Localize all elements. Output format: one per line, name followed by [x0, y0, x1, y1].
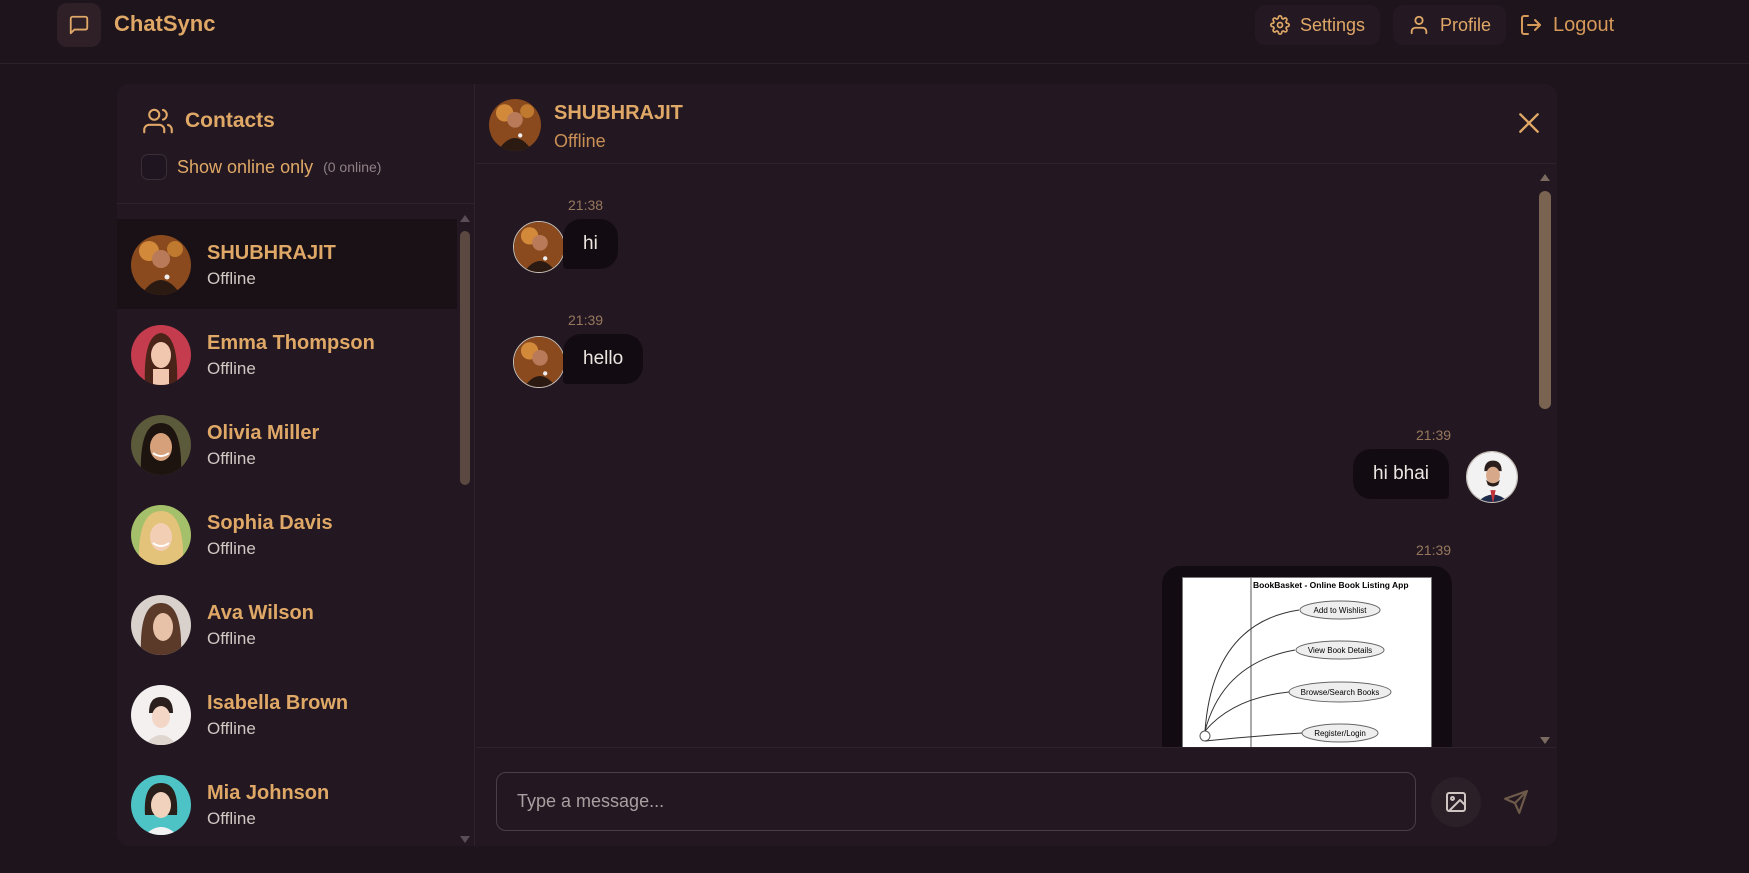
contact-avatar	[131, 325, 191, 385]
image-message-bubble[interactable]: BookBasket - Online Book Listing App Add…	[1162, 566, 1452, 747]
messages-scrollbar[interactable]	[1539, 174, 1551, 744]
message-list: 21:38 hi 21:39 hello 21:39 hi bhai 21:39	[476, 165, 1557, 747]
message-composer	[476, 747, 1557, 846]
contact-item[interactable]: Emma Thompson Offline	[117, 309, 457, 399]
contact-name: SHUBHRAJIT	[207, 242, 336, 264]
users-icon	[143, 108, 173, 134]
online-filter: Show online only (0 online)	[141, 154, 381, 180]
contact-list: SHUBHRAJIT Offline Emma Thompson Offline…	[117, 219, 457, 846]
sidebar-header: Contacts Show online only (0 online)	[117, 84, 475, 204]
contact-name: Isabella Brown	[207, 692, 349, 714]
contact-status: Offline	[207, 629, 256, 648]
diagram-label: Add to Wishlist	[1314, 606, 1368, 615]
show-online-checkbox[interactable]	[141, 154, 167, 180]
chat-header: SHUBHRAJIT Offline	[476, 84, 1557, 164]
chat-contact-name: SHUBHRAJIT	[554, 102, 683, 124]
contact-name: Ava Wilson	[207, 602, 314, 624]
diagram-label: Register/Login	[1314, 729, 1366, 738]
gear-icon	[1270, 15, 1290, 35]
message-timestamp: 21:39	[1416, 427, 1452, 443]
contact-status: Offline	[207, 719, 256, 738]
contact-name: Sophia Davis	[207, 512, 333, 534]
scrollbar-thumb[interactable]	[1539, 191, 1551, 409]
contact-avatar	[131, 595, 191, 655]
message-timestamp: 21:39	[568, 312, 604, 328]
message-avatar	[513, 221, 565, 273]
settings-label: Settings	[1300, 14, 1366, 35]
contact-status: Offline	[207, 539, 256, 558]
chat-container: Contacts Show online only (0 online) SHU…	[117, 84, 1557, 846]
contact-avatar	[131, 235, 191, 295]
contacts-sidebar: Contacts Show online only (0 online) SHU…	[117, 84, 475, 846]
message-avatar	[1466, 451, 1518, 503]
contacts-heading: Contacts	[143, 106, 275, 136]
message-timestamp: 21:38	[568, 197, 604, 213]
diagram-label: View Book Details	[1308, 646, 1372, 655]
logout-icon	[1521, 15, 1541, 35]
attached-image[interactable]: BookBasket - Online Book Listing App Add…	[1182, 577, 1432, 747]
scroll-down-arrow-icon[interactable]	[460, 836, 470, 843]
app-logo[interactable]	[57, 3, 101, 47]
contact-item[interactable]: Ava Wilson Offline	[117, 579, 457, 669]
message-input[interactable]	[496, 772, 1416, 831]
top-navbar: ChatSync Settings Profile Logout	[0, 0, 1749, 64]
contact-item[interactable]: Isabella Brown Offline	[117, 669, 457, 759]
scrollbar-thumb[interactable]	[460, 231, 470, 485]
profile-button[interactable]: Profile	[1393, 5, 1507, 45]
contact-status: Offline	[207, 359, 256, 378]
contact-name: Olivia Miller	[207, 422, 320, 444]
message-timestamp: 21:39	[1416, 542, 1452, 558]
scroll-down-arrow-icon[interactable]	[1540, 737, 1550, 744]
contact-item[interactable]: Sophia Davis Offline	[117, 489, 457, 579]
send-button[interactable]	[1491, 777, 1541, 827]
contact-avatar	[131, 415, 191, 475]
chat-contact-status: Offline	[554, 131, 606, 151]
profile-label: Profile	[1440, 14, 1492, 35]
contact-item[interactable]: Mia Johnson Offline	[117, 759, 457, 846]
message-bubble: hi bhai	[1353, 449, 1449, 499]
message-avatar	[513, 336, 565, 388]
contact-item[interactable]: SHUBHRAJIT Offline	[117, 219, 457, 309]
image-icon	[1446, 792, 1466, 812]
contact-item[interactable]: Olivia Miller Offline	[117, 399, 457, 489]
app-title: ChatSync	[114, 11, 216, 36]
settings-button[interactable]: Settings	[1255, 5, 1381, 45]
logout-label: Logout	[1553, 13, 1615, 36]
chat-panel: SHUBHRAJIT Offline 21:38 hi 21:39 hello …	[476, 84, 1557, 846]
scroll-up-arrow-icon[interactable]	[1540, 174, 1550, 181]
message-square-icon	[69, 15, 89, 35]
logout-button[interactable]: Logout	[1507, 5, 1626, 45]
online-count: (0 online)	[323, 159, 382, 175]
contact-avatar	[131, 775, 191, 835]
contacts-title: Contacts	[185, 109, 275, 132]
diagram-label: Browse/Search Books	[1301, 688, 1380, 697]
message-bubble: hello	[563, 334, 644, 384]
close-chat-button[interactable]	[1516, 110, 1542, 136]
contact-avatar	[131, 505, 191, 565]
contact-list-scrollbar[interactable]	[460, 215, 470, 843]
scroll-up-arrow-icon[interactable]	[460, 215, 470, 222]
close-icon	[1519, 113, 1539, 133]
chat-contact-avatar	[489, 99, 541, 151]
attach-image-button[interactable]	[1431, 777, 1481, 827]
user-icon	[1410, 15, 1428, 35]
contact-status: Offline	[207, 269, 256, 288]
show-online-label[interactable]: Show online only	[177, 157, 313, 178]
contact-name: Mia Johnson	[207, 782, 330, 804]
contact-avatar	[131, 685, 191, 745]
send-icon	[1504, 790, 1528, 814]
message-bubble: hi	[563, 219, 618, 269]
diagram-title: BookBasket - Online Book Listing App	[1253, 580, 1409, 590]
contact-status: Offline	[207, 449, 256, 468]
contact-name: Emma Thompson	[207, 332, 375, 354]
contact-status: Offline	[207, 809, 256, 828]
